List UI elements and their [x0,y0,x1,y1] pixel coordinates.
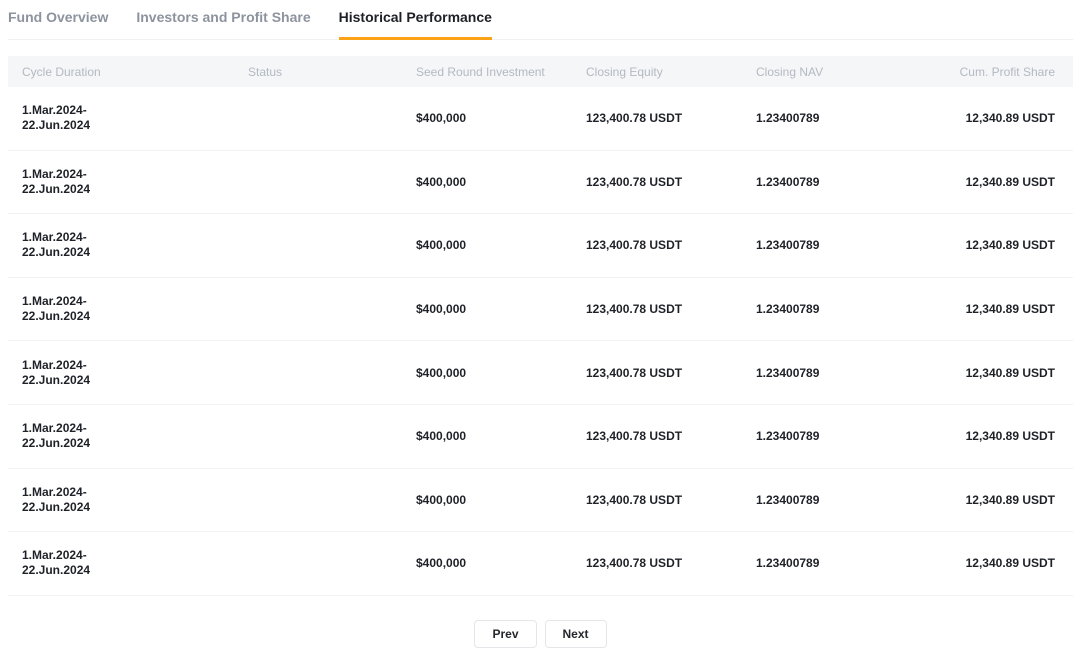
cum-profit-share-cell: 12,340.89 USDT [926,302,1073,316]
table-row: 1.Mar.2024- 22.Jun.2024 $400,000 123,400… [8,532,1073,596]
cycle-duration-line1: 1.Mar.2024- [22,167,248,182]
tab-investors-profit-share[interactable]: Investors and Profit Share [136,9,310,40]
cycle-duration-line1: 1.Mar.2024- [22,485,248,500]
seed-round-investment-cell: $400,000 [416,429,586,443]
closing-nav-cell: 1.23400789 [756,111,926,125]
closing-equity-cell: 123,400.78 USDT [586,111,756,125]
seed-round-investment-cell: $400,000 [416,302,586,316]
cycle-duration-line2: 22.Jun.2024 [22,309,248,324]
pagination: Prev Next [0,620,1081,648]
closing-equity-cell: 123,400.78 USDT [586,556,756,570]
seed-round-investment-cell: $400,000 [416,366,586,380]
tab-fund-overview[interactable]: Fund Overview [8,9,108,40]
cycle-duration-line2: 22.Jun.2024 [22,500,248,515]
cycle-duration-cell: 1.Mar.2024- 22.Jun.2024 [8,548,248,578]
tab-bar: Fund Overview Investors and Profit Share… [8,0,1073,40]
table-row: 1.Mar.2024- 22.Jun.2024 $400,000 123,400… [8,214,1073,278]
cycle-duration-line2: 22.Jun.2024 [22,118,248,133]
cycle-duration-line1: 1.Mar.2024- [22,230,248,245]
cycle-duration-line2: 22.Jun.2024 [22,563,248,578]
cycle-duration-line1: 1.Mar.2024- [22,358,248,373]
cycle-duration-line1: 1.Mar.2024- [22,103,248,118]
cycle-duration-cell: 1.Mar.2024- 22.Jun.2024 [8,103,248,133]
cycle-duration-cell: 1.Mar.2024- 22.Jun.2024 [8,358,248,388]
next-button[interactable]: Next [545,620,607,648]
cycle-duration-cell: 1.Mar.2024- 22.Jun.2024 [8,485,248,515]
cum-profit-share-cell: 12,340.89 USDT [926,175,1073,189]
cum-profit-share-cell: 12,340.89 USDT [926,493,1073,507]
column-header-cum-profit-share: Cum. Profit Share [926,65,1073,79]
historical-performance-table: Cycle Duration Status Seed Round Investm… [8,56,1073,596]
seed-round-investment-cell: $400,000 [416,493,586,507]
closing-nav-cell: 1.23400789 [756,493,926,507]
closing-nav-cell: 1.23400789 [756,175,926,189]
cum-profit-share-cell: 12,340.89 USDT [926,429,1073,443]
table-row: 1.Mar.2024- 22.Jun.2024 $400,000 123,400… [8,151,1073,215]
closing-nav-cell: 1.23400789 [756,238,926,252]
seed-round-investment-cell: $400,000 [416,111,586,125]
cum-profit-share-cell: 12,340.89 USDT [926,111,1073,125]
cycle-duration-line2: 22.Jun.2024 [22,373,248,388]
column-header-status: Status [248,65,416,79]
closing-nav-cell: 1.23400789 [756,366,926,380]
closing-nav-cell: 1.23400789 [756,302,926,316]
seed-round-investment-cell: $400,000 [416,556,586,570]
cycle-duration-line2: 22.Jun.2024 [22,245,248,260]
cycle-duration-line1: 1.Mar.2024- [22,548,248,563]
table-row: 1.Mar.2024- 22.Jun.2024 $400,000 123,400… [8,87,1073,151]
column-header-closing-equity: Closing Equity [586,65,756,79]
prev-button[interactable]: Prev [474,620,536,648]
cycle-duration-cell: 1.Mar.2024- 22.Jun.2024 [8,294,248,324]
closing-nav-cell: 1.23400789 [756,429,926,443]
cum-profit-share-cell: 12,340.89 USDT [926,556,1073,570]
seed-round-investment-cell: $400,000 [416,238,586,252]
cum-profit-share-cell: 12,340.89 USDT [926,366,1073,380]
seed-round-investment-cell: $400,000 [416,175,586,189]
closing-equity-cell: 123,400.78 USDT [586,238,756,252]
table-row: 1.Mar.2024- 22.Jun.2024 $400,000 123,400… [8,469,1073,533]
closing-equity-cell: 123,400.78 USDT [586,429,756,443]
closing-nav-cell: 1.23400789 [756,556,926,570]
cycle-duration-cell: 1.Mar.2024- 22.Jun.2024 [8,421,248,451]
table-row: 1.Mar.2024- 22.Jun.2024 $400,000 123,400… [8,341,1073,405]
table-header-row: Cycle Duration Status Seed Round Investm… [8,56,1073,87]
closing-equity-cell: 123,400.78 USDT [586,302,756,316]
closing-equity-cell: 123,400.78 USDT [586,366,756,380]
table-body: 1.Mar.2024- 22.Jun.2024 $400,000 123,400… [8,87,1073,596]
cycle-duration-line1: 1.Mar.2024- [22,421,248,436]
closing-equity-cell: 123,400.78 USDT [586,175,756,189]
cycle-duration-cell: 1.Mar.2024- 22.Jun.2024 [8,167,248,197]
cum-profit-share-cell: 12,340.89 USDT [926,238,1073,252]
tab-historical-performance[interactable]: Historical Performance [339,9,492,40]
table-row: 1.Mar.2024- 22.Jun.2024 $400,000 123,400… [8,278,1073,342]
cycle-duration-line1: 1.Mar.2024- [22,294,248,309]
closing-equity-cell: 123,400.78 USDT [586,493,756,507]
column-header-cycle-duration: Cycle Duration [8,65,248,79]
cycle-duration-line2: 22.Jun.2024 [22,182,248,197]
cycle-duration-line2: 22.Jun.2024 [22,436,248,451]
column-header-seed-round-investment: Seed Round Investment [416,65,586,79]
cycle-duration-cell: 1.Mar.2024- 22.Jun.2024 [8,230,248,260]
column-header-closing-nav: Closing NAV [756,65,926,79]
table-row: 1.Mar.2024- 22.Jun.2024 $400,000 123,400… [8,405,1073,469]
